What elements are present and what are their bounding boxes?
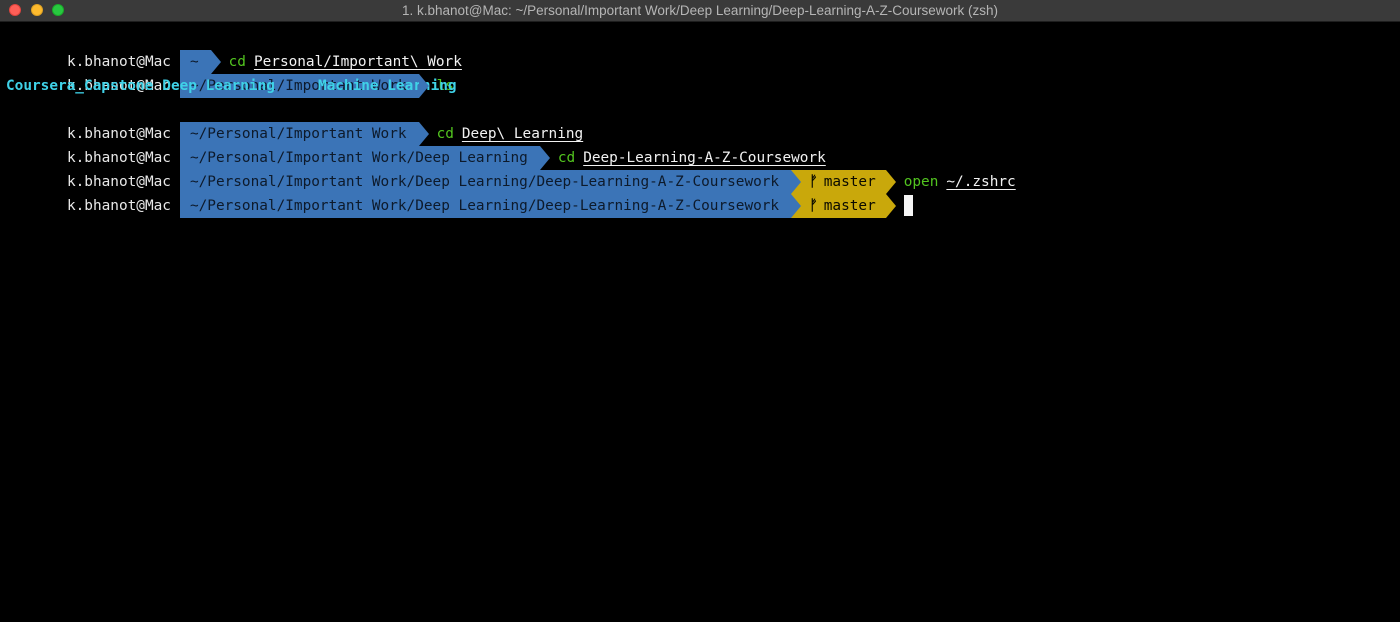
title-bar[interactable]: 1. k.bhanot@Mac: ~/Personal/Important Wo… xyxy=(0,0,1400,22)
window-title: 1. k.bhanot@Mac: ~/Personal/Important Wo… xyxy=(401,3,999,18)
segment-separator xyxy=(791,194,802,218)
git-branch-name: master xyxy=(823,198,876,214)
text-cursor[interactable] xyxy=(903,195,913,216)
prompt-line: k.bhanot@Mac ~ cd Personal/Important\ Work xyxy=(0,26,1400,74)
prompt-user-host: k.bhanot@Mac xyxy=(66,198,171,214)
ls-entry: Machine Learning xyxy=(317,78,457,94)
prompt-git-segment: ᚠ master xyxy=(791,194,896,218)
ls-entry: Deep Learning xyxy=(162,78,275,94)
terminal-output[interactable]: k.bhanot@Mac ~ cd Personal/Important\ Work … xyxy=(0,26,1400,218)
prompt-line-active: k.bhanot@Mac ~/Personal/Important Work/De… xyxy=(0,170,1400,218)
terminal-window: 1. k.bhanot@Mac: ~/Personal/Important Wo… xyxy=(0,0,1400,622)
prompt-line: k.bhanot@Mac ~/Personal/Important Work/De… xyxy=(0,146,1400,194)
prompt-line: k.bhanot@Mac ~/Personal/Important Work/De… xyxy=(0,122,1400,170)
ls-entry: Coursera_Capstone xyxy=(6,78,154,94)
ls-output-line: Coursera_Capstone Deep Learning Machine Le… xyxy=(0,74,1400,98)
prompt-line: k.bhanot@Mac ~/Personal/Important Work cd D… xyxy=(0,98,1400,146)
prompt-directory-segment: ~/Personal/Important Work/Deep Learning/… xyxy=(179,194,792,218)
git-branch-icon: ᚠ xyxy=(809,198,818,214)
